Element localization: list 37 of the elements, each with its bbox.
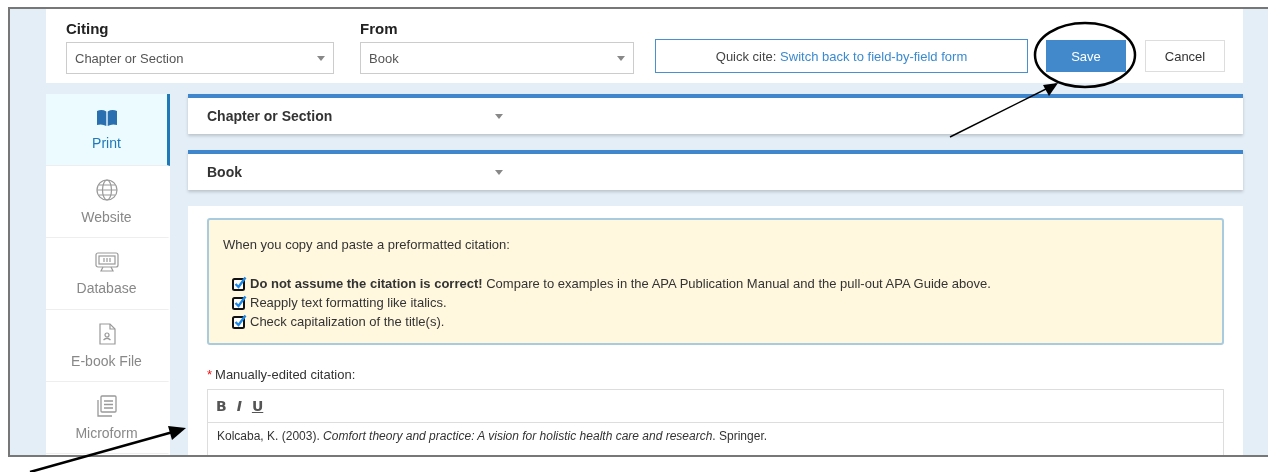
sidebar-item[interactable]: Microform — [46, 382, 170, 454]
documents-icon — [95, 394, 118, 417]
sidebar-item[interactable]: Database — [46, 238, 170, 310]
monitor-icon — [94, 251, 119, 272]
citing-label: Citing — [66, 20, 110, 37]
cancel-button[interactable]: Cancel — [1145, 40, 1225, 72]
save-button[interactable]: Save — [1046, 40, 1126, 72]
sidebar-item[interactable]: E-book File — [46, 310, 170, 382]
underline-button[interactable]: U — [251, 398, 264, 414]
caret-icon — [495, 169, 503, 175]
globe-icon — [95, 178, 118, 201]
section-title: Chapter or Section — [207, 108, 334, 124]
quick-cite-label: Quick cite: — [715, 48, 777, 64]
caret-icon — [317, 55, 325, 61]
italic-button[interactable]: I — [236, 398, 242, 414]
book-icon — [95, 108, 118, 127]
notice-text: When you copy and paste a preformatted citation: — [223, 237, 511, 252]
section-header[interactable]: Chapter or Section — [188, 94, 1243, 134]
notice-item-text: Do not assume the citation is correct! Compare to examples in the APA Publication Manual and the pull-out APA Guide above. — [250, 276, 991, 291]
caret-icon — [495, 113, 503, 119]
sidebar-item[interactable]: Website — [46, 166, 170, 238]
notice-item-text: Reapply text formatting like italics. — [250, 295, 447, 310]
citation-text: Kolcaba, K. (2003). Comfort theory and practice: A vision for holistic health care and research. Springer. — [216, 428, 769, 445]
caret-icon — [617, 55, 625, 61]
citation-label: Manually-edited citation: — [215, 367, 356, 382]
required-mark: * — [207, 367, 213, 382]
bold-button[interactable]: B — [216, 398, 227, 414]
from-dropdown[interactable]: Book — [360, 42, 634, 74]
from-label: From — [360, 20, 399, 37]
document-icon — [97, 322, 116, 345]
citation-editor[interactable]: B I U Kolcaba, K. (2003). Comfort theory and practice: A vision for holistic health care and research. Springer. — [207, 389, 1224, 455]
switch-form-link[interactable]: Switch back to field-by-field form — [780, 48, 968, 64]
notice-item-text: Check capitalization of the title(s). — [250, 314, 445, 329]
citing-dropdown[interactable]: Chapter or Section — [66, 42, 334, 74]
sidebar-item[interactable]: Print — [46, 94, 170, 166]
section-title: Book — [207, 164, 243, 180]
section-header[interactable]: Book — [188, 150, 1243, 190]
